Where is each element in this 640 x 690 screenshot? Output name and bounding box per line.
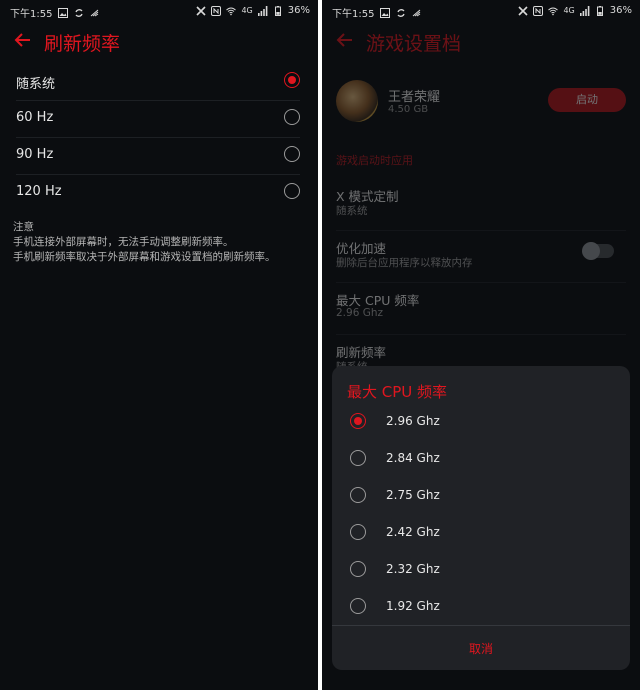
note-block: 注意 手机连接外部屏幕时，无法手动调整刷新频率。 手机刷新频率取决于外部屏幕和游…	[13, 220, 276, 265]
radio-icon[interactable]	[350, 487, 366, 503]
option-label: 90 Hz	[16, 147, 54, 162]
app-bar: 游戏设置档	[322, 26, 640, 60]
option-120hz[interactable]: 120 Hz	[16, 174, 300, 211]
option-60hz[interactable]: 60 Hz	[16, 100, 300, 138]
option-label: 随系统	[16, 77, 56, 92]
status-bar: 下午1:55 4G 36%	[0, 0, 318, 22]
radio-icon[interactable]	[284, 183, 300, 199]
app-bar: 刷新频率	[0, 26, 318, 60]
network-type: 4G	[241, 6, 253, 15]
item-subtitle: 2.96 Ghz	[336, 307, 384, 319]
game-row: 王者荣耀 4.50 GB 启动	[336, 80, 626, 124]
radio-icon[interactable]	[350, 598, 366, 614]
cpu-option[interactable]: 2.42 Ghz	[350, 514, 612, 551]
battery-level: 36%	[287, 5, 310, 16]
wifi-icon	[548, 7, 559, 15]
battery-icon	[596, 5, 603, 16]
cpu-option[interactable]: 2.75 Ghz	[350, 477, 612, 514]
x-app-icon	[196, 5, 207, 16]
cpu-option[interactable]: 1.92 Ghz	[350, 588, 612, 625]
optimize-item[interactable]: 优化加速 删除后台应用程序以释放内存	[336, 232, 626, 283]
cast-icon	[91, 9, 99, 16]
status-time: 下午1:55	[332, 9, 375, 20]
cpu-option[interactable]: 2.96 Ghz	[350, 403, 612, 440]
option-label: 2.32 Ghz	[386, 562, 440, 576]
option-label: 60 Hz	[16, 110, 54, 125]
battery-level: 36%	[609, 5, 632, 16]
back-arrow-icon[interactable]	[13, 30, 33, 50]
nfc-icon	[211, 5, 222, 16]
signal-icon	[579, 5, 590, 16]
status-time: 下午1:55	[10, 9, 53, 20]
cast-icon	[413, 9, 421, 16]
item-subtitle: 随系统	[336, 205, 368, 217]
game-name: 王者荣耀	[388, 90, 441, 105]
back-arrow-icon[interactable]	[335, 30, 355, 50]
signal-icon	[257, 5, 268, 16]
radio-selected-icon[interactable]	[350, 413, 366, 429]
option-90hz[interactable]: 90 Hz	[16, 137, 300, 175]
option-label: 1.92 Ghz	[386, 599, 440, 613]
page-title: 刷新频率	[44, 33, 121, 55]
game-avatar	[336, 80, 378, 122]
option-system[interactable]: 随系统	[16, 63, 300, 101]
optimize-toggle[interactable]	[582, 242, 614, 260]
radio-icon[interactable]	[350, 450, 366, 466]
radio-icon[interactable]	[350, 524, 366, 540]
nfc-icon	[533, 5, 544, 16]
status-bar: 下午1:55 4G 36%	[322, 0, 640, 22]
radio-icon[interactable]	[350, 561, 366, 577]
wifi-icon	[226, 7, 237, 15]
item-subtitle: 删除后台应用程序以释放内存	[336, 257, 473, 269]
sync-icon	[397, 8, 406, 17]
radio-icon[interactable]	[284, 109, 300, 125]
gallery-icon	[58, 7, 69, 18]
section-header: 游戏启动时应用	[336, 154, 413, 167]
dialog-title: 最大 CPU 频率	[347, 383, 448, 401]
note-line: 手机刷新频率取决于外部屏幕和游戏设置档的刷新频率。	[13, 251, 276, 263]
radio-selected-icon[interactable]	[284, 72, 300, 88]
cpu-freq-dialog: 最大 CPU 频率 2.96 Ghz 2.84 Ghz 2.75 Ghz 2.4…	[332, 366, 630, 670]
cpu-option[interactable]: 2.32 Ghz	[350, 551, 612, 588]
cpu-freq-item[interactable]: 最大 CPU 频率 2.96 Ghz	[336, 284, 626, 335]
option-label: 2.42 Ghz	[386, 525, 440, 539]
option-label: 2.84 Ghz	[386, 451, 440, 465]
network-type: 4G	[563, 6, 575, 15]
option-label: 2.75 Ghz	[386, 488, 440, 502]
page-title: 游戏设置档	[366, 33, 462, 55]
gallery-icon	[380, 7, 391, 18]
option-label: 2.96 Ghz	[386, 414, 440, 428]
cancel-button[interactable]: 取消	[332, 640, 630, 657]
start-button[interactable]: 启动	[548, 88, 626, 112]
game-size: 4.50 GB	[388, 104, 429, 115]
radio-icon[interactable]	[284, 146, 300, 162]
sync-icon	[75, 8, 84, 17]
option-label: 120 Hz	[16, 184, 62, 199]
x-mode-item[interactable]: X 模式定制 随系统	[336, 180, 626, 231]
battery-icon	[274, 5, 281, 16]
cpu-option[interactable]: 2.84 Ghz	[350, 440, 612, 477]
x-app-icon	[518, 5, 529, 16]
game-profile-screen: 下午1:55 4G 36% 游戏设置档 王者荣耀 4.50 GB 启动 游戏启动…	[322, 0, 640, 690]
note-line: 手机连接外部屏幕时，无法手动调整刷新频率。	[13, 236, 234, 248]
dialog-divider	[332, 625, 630, 626]
note-title: 注意	[13, 221, 34, 233]
refresh-rate-screen: 下午1:55 4G 36% 刷新频率 随系统 60 Hz 90 Hz 120 H…	[0, 0, 318, 690]
